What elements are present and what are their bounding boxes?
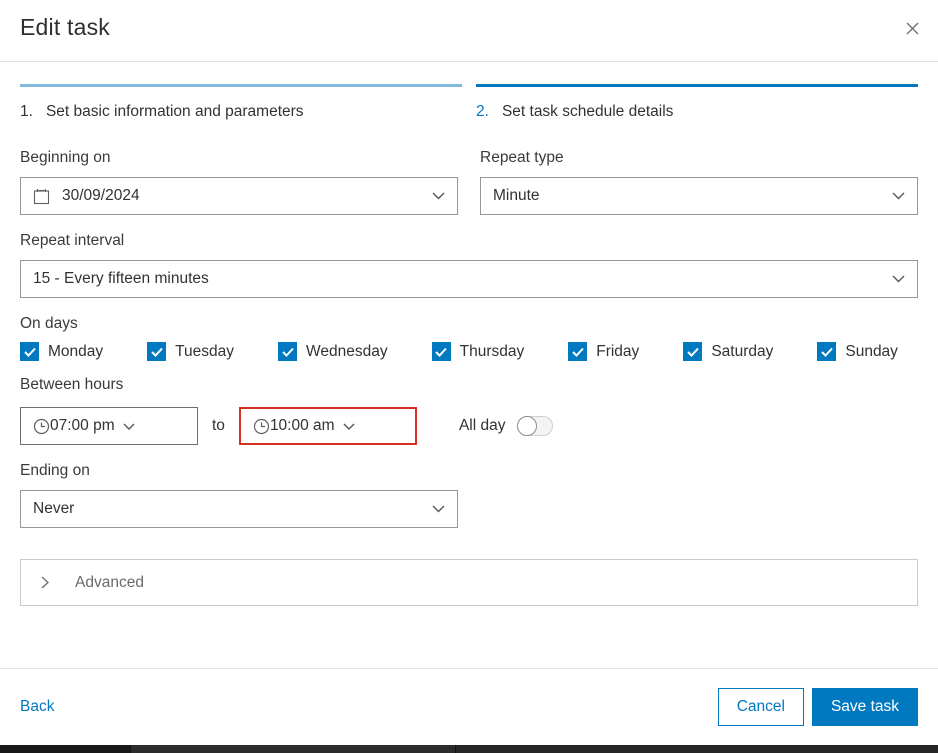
checkbox-wednesday[interactable]: Wednesday <box>278 342 388 361</box>
repeat-interval-label: Repeat interval <box>20 232 918 250</box>
save-task-button[interactable]: Save task <box>812 688 918 726</box>
beginning-on-date-picker[interactable]: 30/09/2024 <box>20 177 458 215</box>
step-1-rail <box>20 84 462 87</box>
checkbox-checked-icon <box>568 342 587 361</box>
step-2-rail <box>476 84 918 87</box>
back-link[interactable]: Back <box>20 698 54 716</box>
between-hours-row: 07:00 pm to 10:00 am <box>20 407 918 445</box>
repeat-interval-select[interactable]: 15 - Every fifteen minutes <box>20 260 918 298</box>
repeat-interval-field: Repeat interval 15 - Every fifteen minut… <box>20 232 918 298</box>
dialog-content: 1. Set basic information and parameters … <box>0 84 938 606</box>
step-2[interactable]: 2. Set task schedule details <box>476 84 918 121</box>
step-indicator: 1. Set basic information and parameters … <box>20 84 918 121</box>
taskbar-segment <box>455 745 938 753</box>
cancel-button[interactable]: Cancel <box>718 688 804 726</box>
repeat-type-field: Repeat type Minute <box>480 149 918 215</box>
chevron-down-icon <box>892 192 905 200</box>
checkbox-checked-icon <box>683 342 702 361</box>
beginning-on-label: Beginning on <box>20 149 458 167</box>
ending-on-field: Ending on Never <box>20 462 918 528</box>
checkbox-thursday[interactable]: Thursday <box>432 342 525 361</box>
checkbox-tuesday[interactable]: Tuesday <box>147 342 234 361</box>
checkbox-label: Friday <box>596 343 639 361</box>
end-time-picker[interactable]: 10:00 am <box>239 407 417 445</box>
checkbox-saturday[interactable]: Saturday <box>683 342 773 361</box>
checkbox-checked-icon <box>20 342 39 361</box>
step-2-number: 2. <box>476 103 489 121</box>
taskbar-edge <box>0 745 938 753</box>
checkbox-monday[interactable]: Monday <box>20 342 103 361</box>
dialog-title: Edit task <box>20 14 918 41</box>
checkbox-sunday[interactable]: Sunday <box>817 342 898 361</box>
chevron-down-icon <box>432 192 445 200</box>
checkbox-label: Wednesday <box>306 343 388 361</box>
start-time-value: 07:00 pm <box>50 417 115 435</box>
advanced-expander[interactable]: Advanced <box>20 559 918 606</box>
chevron-down-icon <box>343 423 355 430</box>
ending-on-label: Ending on <box>20 462 918 480</box>
end-time-value: 10:00 am <box>270 417 335 435</box>
beginning-on-field: Beginning on 30/09/2024 <box>20 149 458 215</box>
close-icon <box>905 21 920 36</box>
checkbox-checked-icon <box>432 342 451 361</box>
step-1[interactable]: 1. Set basic information and parameters <box>20 84 462 121</box>
advanced-label: Advanced <box>75 574 144 592</box>
days-checkbox-row: Monday Tuesday Wednesday Thursday Friday <box>20 342 918 361</box>
checkbox-friday[interactable]: Friday <box>568 342 639 361</box>
checkbox-label: Tuesday <box>175 343 234 361</box>
dialog-footer: Back Cancel Save task <box>0 668 938 745</box>
clock-icon <box>253 418 270 435</box>
to-text: to <box>212 417 225 435</box>
checkbox-checked-icon <box>817 342 836 361</box>
chevron-right-icon <box>41 576 49 589</box>
step-2-label: Set task schedule details <box>502 103 673 121</box>
beginning-on-value: 30/09/2024 <box>62 187 424 205</box>
repeat-interval-value: 15 - Every fifteen minutes <box>33 270 884 288</box>
between-hours-label: Between hours <box>20 376 918 394</box>
checkbox-label: Thursday <box>460 343 525 361</box>
between-hours-field: Between hours 07:00 pm to <box>20 376 918 445</box>
dialog-header: Edit task <box>0 0 938 62</box>
start-time-picker[interactable]: 07:00 pm <box>20 407 198 445</box>
ending-on-value: Never <box>33 500 424 518</box>
taskbar-segment <box>130 745 455 753</box>
chevron-down-icon <box>123 423 135 430</box>
checkbox-label: Sunday <box>845 343 898 361</box>
footer-buttons: Cancel Save task <box>718 688 918 726</box>
repeat-type-label: Repeat type <box>480 149 918 167</box>
close-button[interactable] <box>898 14 926 42</box>
edit-task-dialog: Edit task 1. Set basic information and p… <box>0 0 938 753</box>
chevron-down-icon <box>432 505 445 513</box>
ending-on-select[interactable]: Never <box>20 490 458 528</box>
checkbox-checked-icon <box>278 342 297 361</box>
clock-icon <box>33 418 50 435</box>
step-1-number: 1. <box>20 103 33 121</box>
toggle-knob <box>517 416 537 436</box>
repeat-type-value: Minute <box>493 187 884 205</box>
checkbox-label: Monday <box>48 343 103 361</box>
checkbox-checked-icon <box>147 342 166 361</box>
all-day-toggle[interactable] <box>517 416 553 436</box>
form-row-1: Beginning on 30/09/2024 <box>20 149 918 215</box>
chevron-down-icon <box>892 275 905 283</box>
on-days-field: On days Monday Tuesday Wednesday Thursda… <box>20 315 918 361</box>
repeat-type-select[interactable]: Minute <box>480 177 918 215</box>
on-days-label: On days <box>20 315 918 333</box>
calendar-icon <box>33 188 50 205</box>
all-day-label: All day <box>459 417 506 435</box>
step-1-label: Set basic information and parameters <box>46 103 304 121</box>
checkbox-label: Saturday <box>711 343 773 361</box>
all-day-control: All day <box>459 416 554 436</box>
taskbar-segment <box>0 745 130 753</box>
